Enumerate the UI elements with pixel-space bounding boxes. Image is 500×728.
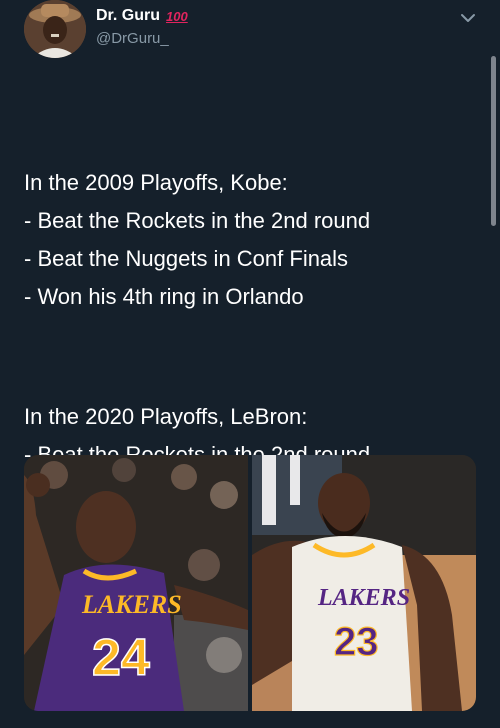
tweet-header: Dr. Guru 100 @DrGuru_ (0, 0, 500, 80)
chevron-down-icon[interactable] (458, 8, 478, 28)
photo-kobe[interactable]: LAKERS 24 (24, 455, 248, 711)
tweet-paragraph-kobe: In the 2009 Playoffs, Kobe: - Beat the R… (24, 170, 371, 309)
kobe-jersey-team: LAKERS (81, 590, 182, 619)
hundred-emoji-icon: 100 (166, 8, 188, 24)
lebron-jersey-number: 23 (334, 620, 379, 664)
author-name[interactable]: Dr. Guru (96, 7, 160, 25)
lebron-jersey-team: LAKERS (317, 585, 410, 611)
photo-lebron[interactable]: LAKERS 23 (252, 455, 476, 711)
avatar[interactable] (24, 0, 86, 58)
tweet-media[interactable]: LAKERS 24 LAKERS 23 (24, 455, 476, 711)
scrollbar[interactable] (491, 56, 496, 226)
author-handle[interactable]: @DrGuru_ (96, 30, 169, 47)
kobe-jersey-number: 24 (92, 629, 150, 687)
